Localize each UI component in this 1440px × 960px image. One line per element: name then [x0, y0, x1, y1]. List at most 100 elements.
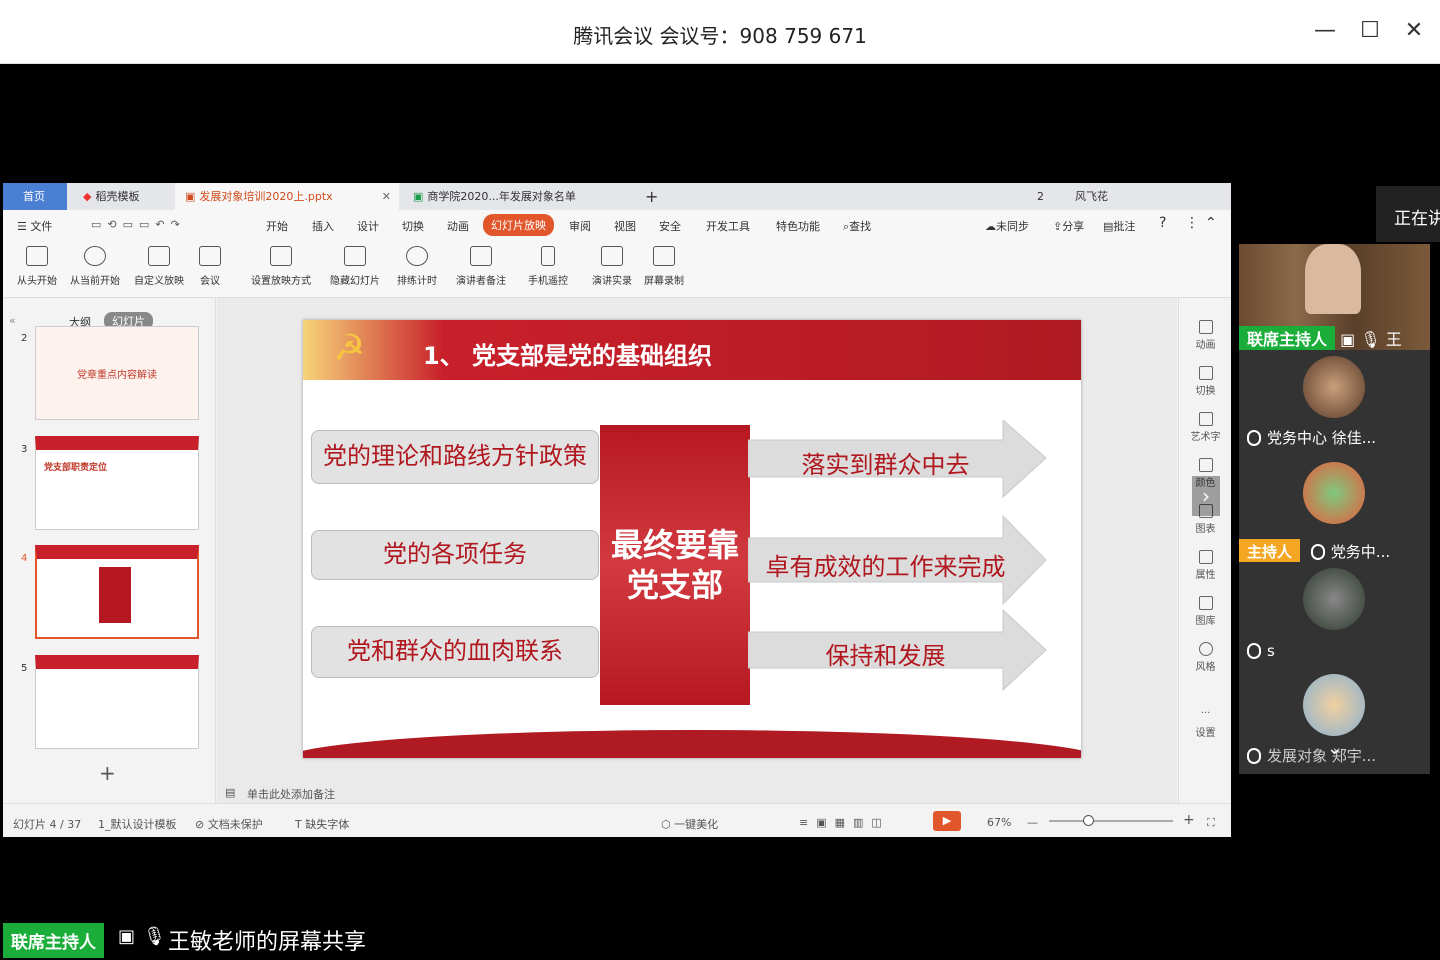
- slide-thumbnail-5[interactable]: [35, 655, 199, 749]
- ribbon-record-talk[interactable]: 演讲实录: [587, 246, 637, 287]
- beautify-button[interactable]: ⬡ 一键美化: [661, 816, 718, 832]
- chevron-right-icon[interactable]: ›: [1192, 476, 1220, 516]
- menu-file[interactable]: ☰ 文件: [17, 218, 52, 234]
- avatar: [1303, 462, 1365, 524]
- ribbon-custom-show[interactable]: 自定义放映: [129, 246, 189, 287]
- ribbon-screen-record[interactable]: 屏幕录制: [639, 246, 689, 287]
- collapse-ribbon-icon[interactable]: ⌃: [1205, 215, 1217, 231]
- fit-window-icon[interactable]: ⛶: [1207, 816, 1215, 830]
- ribbon-from-start[interactable]: 从头开始: [13, 246, 61, 287]
- menu-devtools[interactable]: 开发工具: [706, 218, 750, 234]
- slide-thumbnail-3[interactable]: 党支部职责定位: [35, 436, 199, 530]
- menu-unsynced[interactable]: ☁未同步: [985, 218, 1029, 234]
- tool-gallery[interactable]: 图库: [1179, 596, 1232, 627]
- participant-label: 主持人 党务中...: [1239, 539, 1391, 565]
- participant-label: 党务中心 徐佳...: [1247, 427, 1376, 448]
- arrow-text-1: 落实到群众中去: [801, 451, 970, 479]
- zoom-out-icon[interactable]: —: [1027, 816, 1038, 829]
- ribbon-meeting[interactable]: 会议: [193, 246, 227, 287]
- view-mode-icons[interactable]: ≡▣▦▥◫: [799, 816, 890, 829]
- maximize-icon[interactable]: ☐: [1355, 18, 1385, 43]
- tab-docer[interactable]: ◆ 稻壳模板: [73, 183, 173, 210]
- tool-animation[interactable]: 动画: [1179, 320, 1232, 351]
- menu-view[interactable]: 视图: [614, 218, 636, 234]
- ribbon-screen-record-label: 屏幕录制: [644, 276, 684, 287]
- participant-tile-3[interactable]: 主持人 党务中...: [1239, 456, 1430, 565]
- add-slide-button[interactable]: +: [99, 761, 116, 785]
- ribbon-meeting-label: 会议: [200, 276, 220, 287]
- slide-thumbnail-4-selected[interactable]: [35, 545, 199, 639]
- tool-wordart[interactable]: 艺术字: [1179, 412, 1232, 443]
- tab-count-badge[interactable]: 2: [1027, 183, 1053, 210]
- tool-properties[interactable]: 属性: [1179, 550, 1232, 581]
- menu-review[interactable]: 审阅: [569, 218, 591, 234]
- avatar: [1303, 674, 1365, 736]
- collapse-panel-icon[interactable]: «: [9, 314, 16, 327]
- tool-settings[interactable]: ··· 设置: [1179, 708, 1232, 739]
- menu-insert[interactable]: 插入: [312, 218, 334, 234]
- tab-pptx[interactable]: ▣ 发展对象培训2020上.pptx ✕: [175, 183, 399, 210]
- menu-file-label: 文件: [30, 220, 53, 233]
- wps-window: 首页 ◆ 稻壳模板 ▣ 发展对象培训2020上.pptx ✕ ▣ 商学院2020...年…: [3, 183, 1231, 837]
- menu-share-label: 分享: [1062, 220, 1085, 233]
- ribbon-from-current[interactable]: 从当前开始: [65, 246, 125, 287]
- chevron-down-icon[interactable]: ⌄: [1327, 738, 1342, 759]
- participant-name: 党务中...: [1330, 543, 1391, 561]
- participant-tile-5[interactable]: 发展对象 郑宇... ⌄: [1239, 668, 1430, 774]
- menu-transition[interactable]: 切换: [402, 218, 424, 234]
- slide-thumbnail-2[interactable]: 党章重点内容解读: [35, 326, 199, 420]
- tool-style[interactable]: 风格: [1179, 642, 1232, 673]
- doc-protection[interactable]: ⊘ 文档未保护: [195, 816, 263, 832]
- meeting-title: 腾讯会议 会议号：908 759 671: [573, 24, 867, 48]
- zoom-slider[interactable]: [1049, 820, 1173, 822]
- cohost-badge: 联席主持人: [1239, 326, 1336, 353]
- comment-icon: ▤: [1103, 220, 1114, 233]
- slide-thumbnail-panel: « 大纲 幻灯片 2 党章重点内容解读 3 党支部职责定位 4 5 +: [3, 298, 216, 803]
- tab-home[interactable]: 首页: [3, 183, 67, 210]
- participant-tile-4[interactable]: s: [1239, 562, 1430, 668]
- new-tab-button[interactable]: +: [635, 183, 665, 210]
- close-icon[interactable]: ✕: [1399, 18, 1429, 43]
- participant-name: 王: [1385, 330, 1402, 349]
- menu-comment[interactable]: ▤批注: [1103, 218, 1135, 234]
- zoom-in-icon[interactable]: +: [1183, 812, 1195, 828]
- zoom-level[interactable]: 67%: [987, 816, 1011, 829]
- participant-tile-2[interactable]: 党务中心 徐佳...: [1239, 350, 1430, 456]
- minimize-icon[interactable]: —: [1310, 18, 1340, 43]
- quick-access-icons[interactable]: ▭⟲▭▭↶↷: [91, 218, 186, 231]
- help-icon[interactable]: ?: [1159, 215, 1166, 231]
- template-name[interactable]: 1_默认设计模板: [98, 816, 177, 832]
- participant-tile-1[interactable]: 联席主持人 ▣ 🎙 王: [1239, 244, 1430, 353]
- mic-off-icon: [1247, 643, 1261, 659]
- menu-security[interactable]: 安全: [659, 218, 681, 234]
- gallery-icon: [1198, 596, 1213, 610]
- more-icon[interactable]: ⋮: [1185, 215, 1199, 231]
- tool-transition[interactable]: 切换: [1179, 366, 1232, 397]
- participant-label: s: [1247, 642, 1275, 660]
- ribbon-setup-show[interactable]: 设置放映方式: [243, 246, 319, 287]
- menu-share[interactable]: ⇪分享: [1053, 218, 1084, 234]
- menu-design[interactable]: 设计: [357, 218, 379, 234]
- tab-close-icon[interactable]: ✕: [382, 183, 391, 210]
- user-name[interactable]: 风飞花: [1065, 183, 1145, 210]
- missing-font[interactable]: T 缺失字体: [295, 816, 349, 832]
- menu-start[interactable]: 开始: [266, 218, 288, 234]
- menu-animation[interactable]: 动画: [447, 218, 469, 234]
- ribbon-phone-remote[interactable]: 手机遥控: [523, 246, 573, 287]
- beautify-icon: ⬡: [661, 818, 675, 831]
- menu-features[interactable]: 特色功能: [776, 218, 820, 234]
- menu-search[interactable]: ⌕查找: [843, 218, 871, 234]
- slide[interactable]: ☭ 1、 党支部是党的基础组织 党的理论和路线方针政策 党的各项任务 党和群众的…: [303, 320, 1081, 758]
- notes-bar[interactable]: ▤ 单击此处添加备注: [217, 783, 1177, 803]
- tab-xls[interactable]: ▣ 商学院2020...年发展对象名单: [403, 183, 628, 210]
- zoom-slider-handle[interactable]: [1083, 815, 1094, 826]
- play-slideshow-button[interactable]: ▶: [933, 811, 961, 831]
- tab-docer-label: 稻壳模板: [95, 190, 140, 203]
- slide-banner-curve: [303, 380, 1081, 410]
- ribbon-speaker-notes[interactable]: 演讲者备注: [451, 246, 511, 287]
- tab-xls-label: 商学院2020...年发展对象名单: [427, 190, 576, 203]
- ribbon-hide-slide[interactable]: 隐藏幻灯片: [325, 246, 385, 287]
- menu-slideshow[interactable]: 幻灯片放映: [483, 214, 554, 236]
- tool-transition-label: 切换: [1195, 386, 1216, 397]
- ribbon-rehearse[interactable]: 排练计时: [389, 246, 445, 287]
